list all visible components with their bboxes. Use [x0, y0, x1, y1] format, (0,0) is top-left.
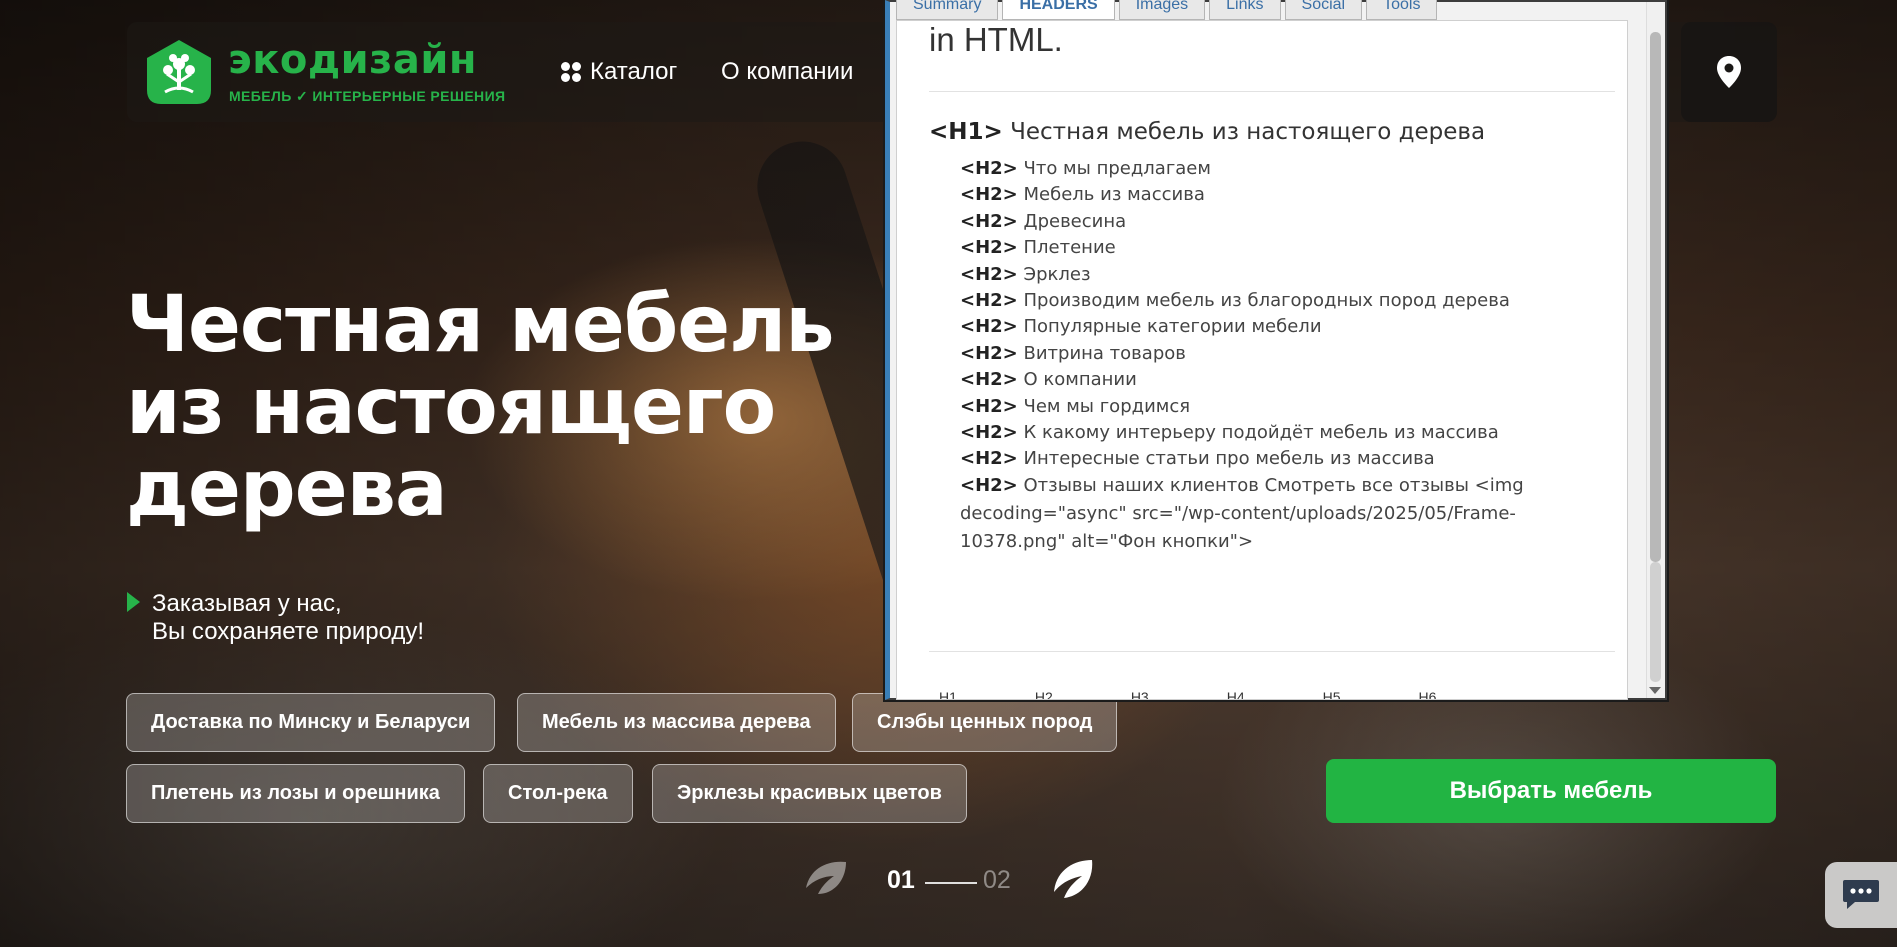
chip-wattle[interactable]: Плетень из лозы и орешника: [126, 764, 465, 823]
choose-furniture-button[interactable]: Выбрать мебель: [1326, 759, 1776, 823]
chat-icon: [1843, 880, 1879, 909]
chip-delivery[interactable]: Доставка по Минску и Беларуси: [126, 693, 496, 752]
h2-entry: <H2> Что мы предлагаем: [960, 155, 1560, 183]
panel-content: in HTML. <H1> Честная мебель из настояще…: [896, 20, 1628, 700]
h2-text: Мебель из массива: [1023, 184, 1205, 206]
header-counts: H1 H2 H3 H4 H5 H6: [939, 689, 1437, 700]
tab-images[interactable]: Images: [1118, 0, 1206, 20]
h2-text: Популярные категории мебели: [1023, 316, 1322, 338]
h2-entry: <H2> Древесина: [960, 208, 1560, 236]
location-pin-icon: [1717, 56, 1741, 88]
count-h1: H1: [939, 689, 957, 700]
h2-entry: <H2> Отзывы наших клиентов Смотреть все …: [960, 472, 1560, 556]
nav-about[interactable]: О компании: [721, 58, 853, 86]
h2-tag: <H2>: [960, 263, 1018, 285]
slide-current: 01: [887, 866, 915, 894]
h2-entry: <H2> К какому интерьеру подойдёт мебель …: [960, 419, 1560, 447]
chip-river-table[interactable]: Стол-река: [483, 764, 633, 823]
hero-title-line: из настоящего: [126, 362, 776, 452]
h2-list: <H2> Что мы предлагаем <H2> Мебель из ма…: [960, 155, 1560, 554]
h2-tag: <H2>: [960, 316, 1018, 338]
chip-solid-wood[interactable]: Мебель из массива дерева: [517, 693, 836, 752]
h2-tag: <H2>: [960, 369, 1018, 391]
chat-button[interactable]: [1825, 862, 1897, 928]
h2-text: Витрина товаров: [1023, 342, 1186, 364]
tab-social[interactable]: Social: [1284, 0, 1363, 20]
h2-entry: <H2> Плетение: [960, 234, 1560, 262]
tab-summary[interactable]: Summary: [896, 0, 999, 20]
h2-tag: <H2>: [960, 422, 1018, 444]
h2-entry: <H2> Производим мебель из благородных по…: [960, 287, 1560, 315]
seo-headers-panel: Summary HEADERS Images Links Social Tool…: [885, 0, 1667, 700]
slide-next: 02: [983, 866, 1011, 894]
count-h3: H3: [1130, 689, 1149, 700]
location-button[interactable]: [1681, 22, 1777, 122]
h2-entry: <H2> Чем мы гордимся: [960, 393, 1560, 421]
h2-text: О компании: [1023, 369, 1137, 391]
h2-entry: <H2> Популярные категории мебели: [960, 313, 1560, 341]
hero-title-line: Честная мебель: [126, 280, 835, 370]
tab-links[interactable]: Links: [1209, 0, 1281, 20]
divider: [929, 91, 1615, 92]
h1-text: Честная мебель из настоящего дерева: [1010, 119, 1486, 145]
h2-text: Интересные статьи про мебель из массива: [1023, 448, 1435, 470]
hero-subtitle-line: Заказывая у нас,: [152, 590, 342, 617]
scroll-down-icon[interactable]: [1649, 687, 1661, 694]
chip-erklez[interactable]: Эрклезы красивых цветов: [652, 764, 967, 823]
h1-tag: <H1>: [929, 119, 1003, 145]
h2-text: Что мы предлагаем: [1023, 158, 1211, 179]
h2-tag: <H2>: [960, 448, 1018, 470]
h2-tag: <H2>: [960, 237, 1018, 259]
count-h2: H2: [1034, 689, 1053, 700]
nav-catalog-label: Каталог: [590, 58, 678, 85]
h2-entry: <H2> Мебель из массива: [960, 181, 1560, 209]
panel-intro-text: in HTML.: [929, 21, 1063, 58]
nav-catalog[interactable]: Каталог: [560, 58, 677, 86]
logo-name[interactable]: экодизайн: [228, 37, 477, 83]
leaf-arrow-right-icon[interactable]: [1048, 858, 1098, 900]
h2-tag: <H2>: [960, 158, 1018, 179]
hero-subtitle: Заказывая у нас, Вы сохраняете природу!: [152, 590, 424, 646]
hero-title: Честная мебель из настоящего дерева: [126, 284, 886, 530]
count-h6: H6: [1418, 689, 1437, 700]
scrollbar-thumb[interactable]: [1650, 32, 1661, 562]
scrollbar-track-lower: [1650, 562, 1661, 682]
tab-headers[interactable]: HEADERS: [1002, 0, 1115, 20]
h2-text: Отзывы наших клиентов Смотреть все отзыв…: [960, 474, 1524, 552]
h2-entry: <H2> Витрина товаров: [960, 340, 1560, 368]
h2-text: К какому интерьеру подойдёт мебель из ма…: [1023, 422, 1499, 444]
chip-slabs[interactable]: Слэбы ценных пород: [852, 693, 1118, 752]
h2-text: Эрклез: [1023, 263, 1091, 285]
count-h5: H5: [1322, 689, 1341, 700]
h2-entry: <H2> О компании: [960, 366, 1560, 394]
hero-title-line: дерева: [126, 444, 448, 534]
h2-text: Плетение: [1023, 237, 1116, 259]
h2-tag: <H2>: [960, 395, 1018, 417]
panel-scrollbar[interactable]: [1646, 2, 1665, 698]
h2-entry: <H2> Интересные статьи про мебель из мас…: [960, 445, 1560, 473]
tab-tools[interactable]: Tools: [1366, 0, 1438, 20]
count-h4: H4: [1226, 689, 1245, 700]
logo-icon[interactable]: [143, 38, 215, 108]
h2-tag: <H2>: [960, 474, 1018, 496]
leaf-arrow-left-icon[interactable]: [800, 858, 850, 900]
h2-tag: <H2>: [960, 210, 1018, 232]
panel-tabs: Summary HEADERS Images Links Social Tool…: [896, 0, 1438, 20]
h2-tag: <H2>: [960, 184, 1018, 206]
h2-entry: <H2> Эрклез: [960, 261, 1560, 289]
h2-text: Производим мебель из благородных пород д…: [1023, 290, 1510, 312]
hero-subtitle-line: Вы сохраняете природу!: [152, 618, 425, 645]
logo-tagline: МЕБЕЛЬ ✓ ИНТЕРЬЕРНЫЕ РЕШЕНИЯ: [229, 88, 506, 104]
h2-tag: <H2>: [960, 290, 1018, 312]
h1-entry: <H1> Честная мебель из настоящего дерева: [929, 119, 1485, 145]
grid-icon: [561, 62, 581, 82]
h2-tag: <H2>: [960, 342, 1018, 364]
triangle-bullet-icon: [127, 592, 140, 612]
divider: [929, 651, 1615, 652]
slide-progress-line: [925, 882, 977, 884]
h2-text: Чем мы гордимся: [1023, 395, 1191, 417]
h2-text: Древесина: [1023, 210, 1127, 232]
